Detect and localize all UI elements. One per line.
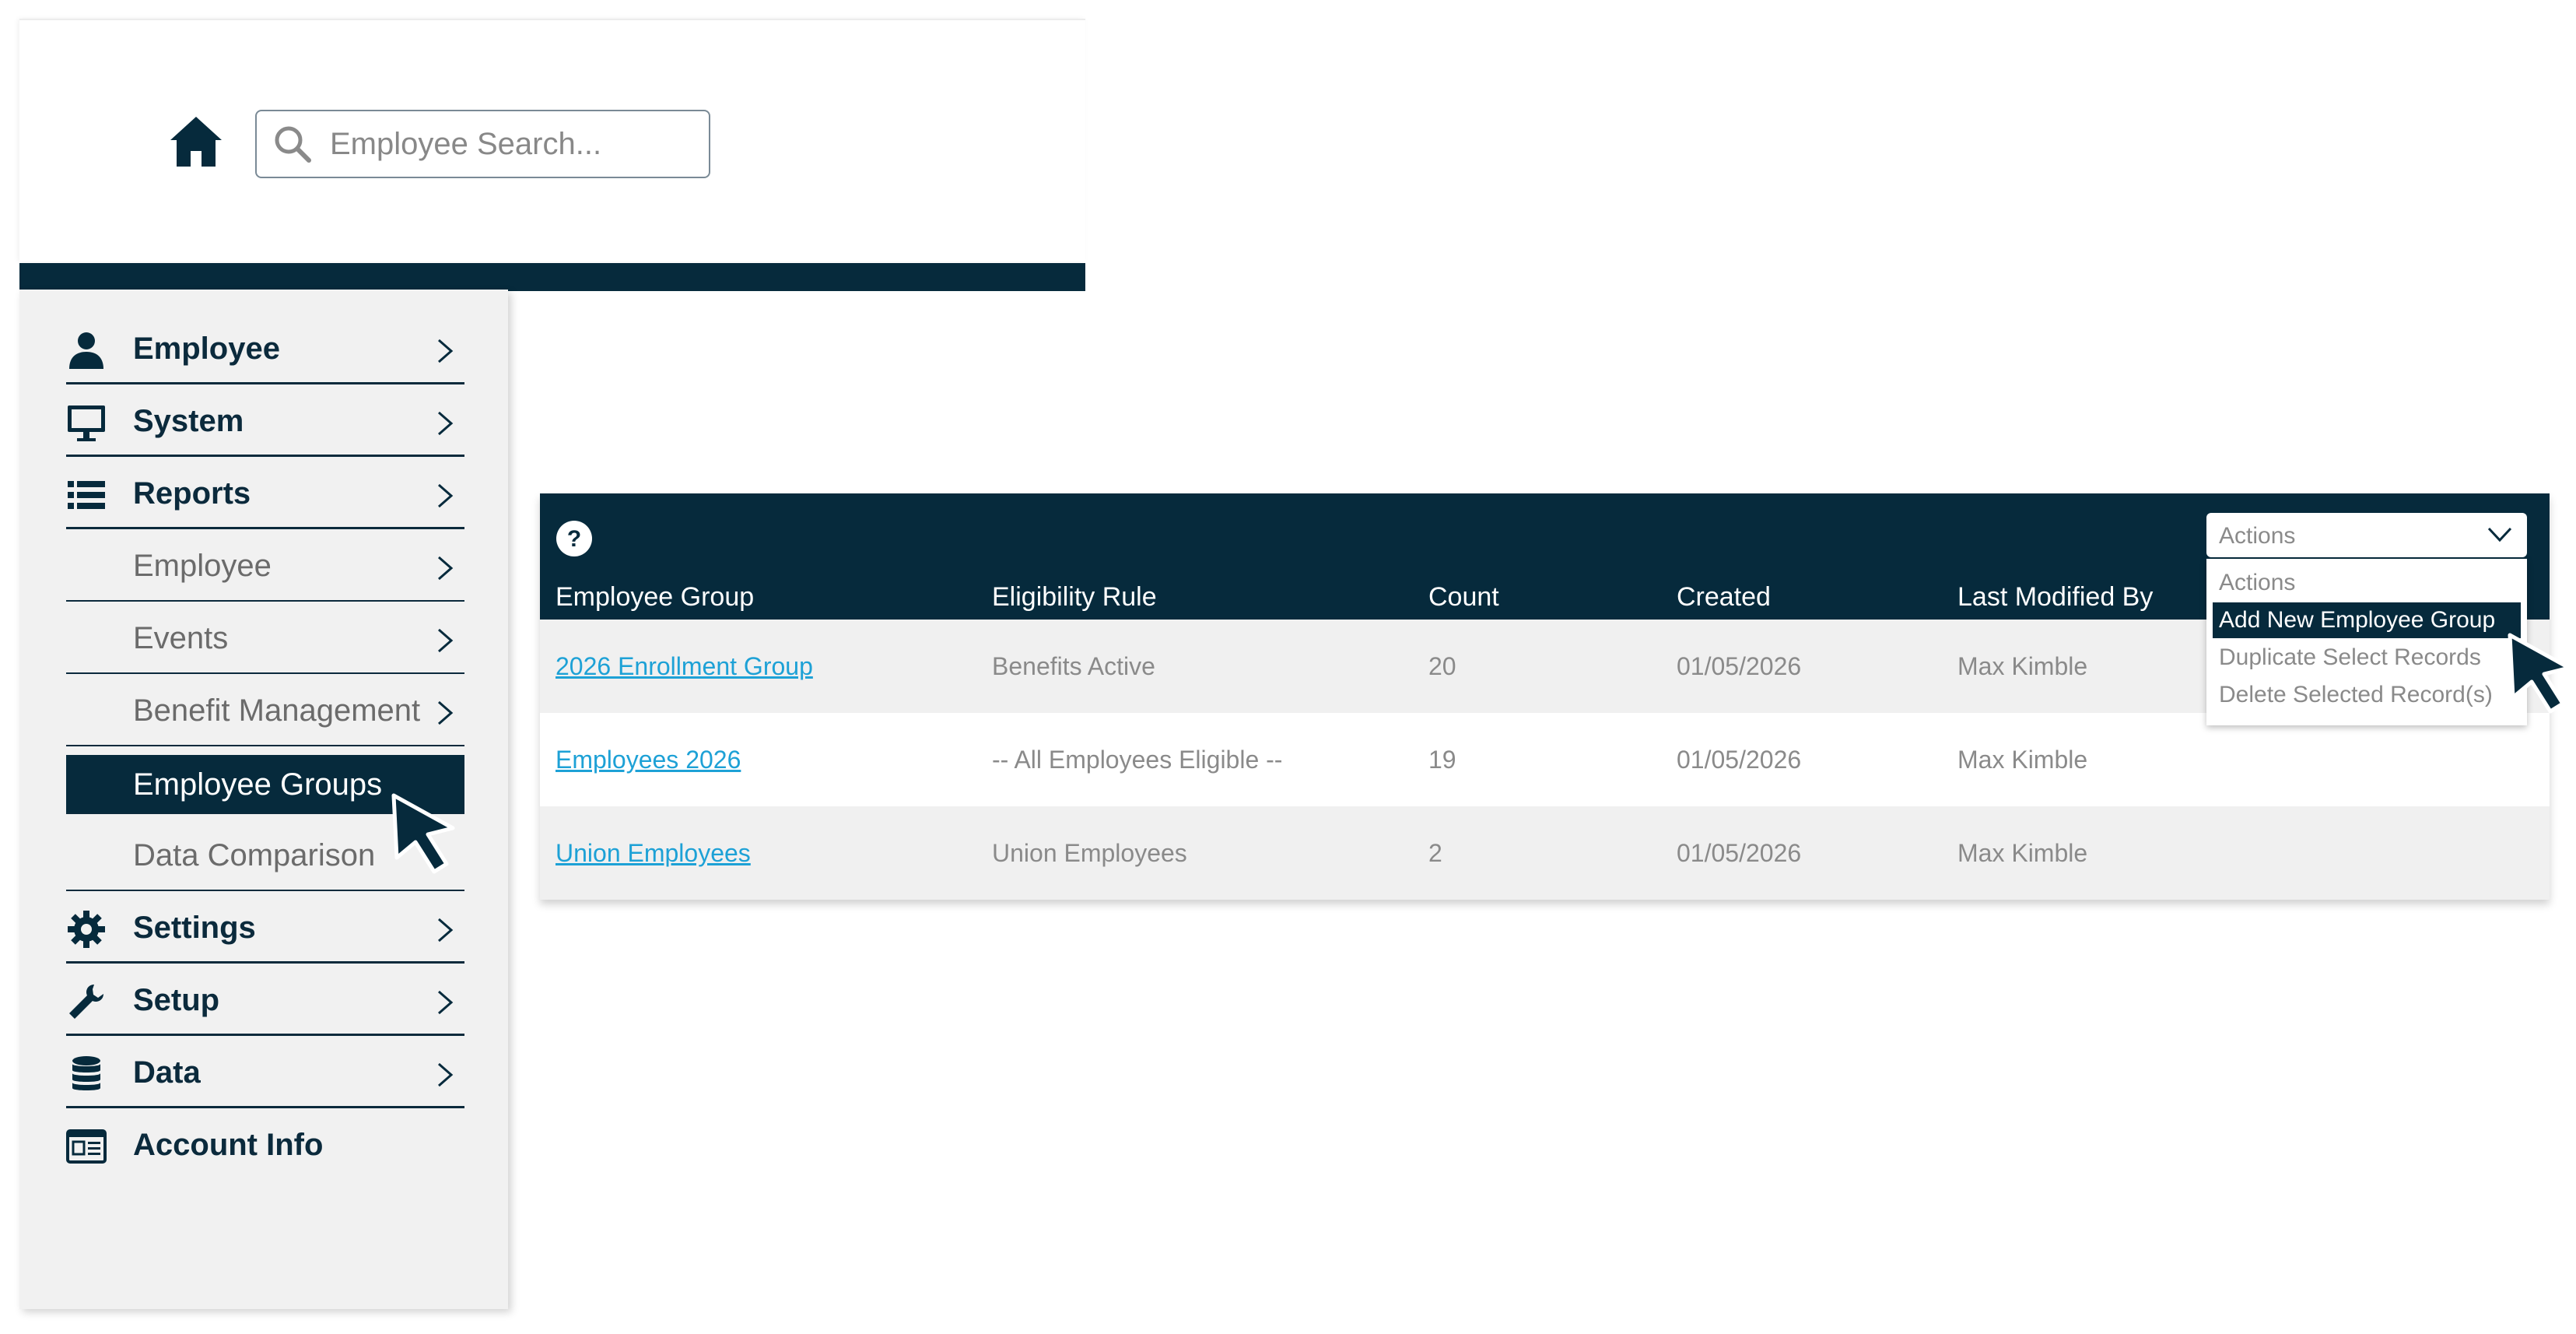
- add-new-employee-group-option[interactable]: Add New Employee Group: [2213, 602, 2521, 638]
- modified-by-cell: Max Kimble: [1957, 652, 2088, 680]
- sidebar-item-label: Settings: [133, 911, 256, 945]
- wrench-icon: [69, 985, 103, 1019]
- sidebar-item-label: Reports: [133, 476, 251, 511]
- column-header-eligibility-rule[interactable]: Eligibility Rule: [992, 582, 1157, 613]
- count-cell: 2: [1428, 839, 1442, 867]
- search-icon: [275, 126, 311, 163]
- sidebar-item-label: Benefit Management: [133, 693, 421, 728]
- created-cell: 01/05/2026: [1677, 746, 1802, 774]
- group-name-link[interactable]: 2026 Enrollment Group: [556, 652, 813, 681]
- delete-selected-records-option[interactable]: Delete Selected Record(s): [2213, 677, 2521, 713]
- person-icon: [69, 332, 103, 369]
- id-card-icon: [66, 1129, 107, 1164]
- sidebar-item-reports[interactable]: Reports: [66, 458, 464, 529]
- actions-option-placeholder: Actions: [2219, 570, 2296, 595]
- chevron-right-icon: [438, 990, 454, 1015]
- chevron-right-icon: [438, 700, 454, 725]
- sidebar-item-label: Employee: [133, 549, 272, 583]
- employee-search-box[interactable]: [255, 110, 710, 178]
- sidebar-item-label: Employee: [133, 332, 280, 366]
- actions-dropdown-menu: Actions Add New Employee Group Duplicate…: [2206, 559, 2527, 725]
- eligibility-rule-cell: -- All Employees Eligible --: [992, 746, 1283, 774]
- svg-text:?: ?: [567, 526, 581, 552]
- sidebar-item-employee[interactable]: Employee: [66, 313, 464, 384]
- chevron-right-icon: [438, 411, 454, 436]
- database-icon: [72, 1056, 100, 1090]
- sidebar-item-system[interactable]: System: [66, 385, 464, 457]
- column-header-count[interactable]: Count: [1428, 582, 1499, 613]
- sidebar-item-label: Setup: [133, 983, 220, 1017]
- sidebar-item-label: Data: [133, 1055, 201, 1090]
- sidebar-item-label: Employee Groups: [133, 767, 383, 802]
- actions-select-value: Actions: [2219, 523, 2296, 549]
- chevron-right-icon: [438, 483, 454, 508]
- sidebar-item-settings[interactable]: Settings: [66, 892, 464, 964]
- top-header: [19, 19, 1085, 291]
- created-cell: 01/05/2026: [1677, 839, 1802, 867]
- actions-select[interactable]: Actions: [2206, 513, 2527, 557]
- list-icon: [68, 481, 105, 509]
- sidebar-item-label: System: [133, 404, 244, 438]
- mouse-cursor-icon: [391, 793, 455, 874]
- chevron-down-icon: [2487, 527, 2512, 542]
- duplicate-select-records-option[interactable]: Duplicate Select Records: [2213, 640, 2521, 676]
- employee-search-input[interactable]: [330, 126, 688, 162]
- chevron-right-icon: [438, 918, 454, 943]
- group-name-link[interactable]: Union Employees: [556, 839, 751, 868]
- mouse-cursor-icon: [2508, 633, 2571, 714]
- chevron-right-icon: [438, 628, 454, 653]
- sidebar-item-label: Events: [133, 621, 229, 655]
- count-cell: 19: [1428, 746, 1456, 774]
- gear-icon: [68, 911, 105, 948]
- modified-by-cell: Max Kimble: [1957, 839, 2088, 867]
- table-row[interactable]: Employees 2026 -- All Employees Eligible…: [540, 713, 2550, 806]
- sidebar-item-label: Data Comparison: [133, 838, 376, 872]
- chevron-right-icon: [438, 556, 454, 581]
- modified-by-cell: Max Kimble: [1957, 746, 2088, 774]
- sidebar-subitem-events[interactable]: Events: [66, 602, 464, 674]
- created-cell: 01/05/2026: [1677, 652, 1802, 680]
- eligibility-rule-cell: Benefits Active: [992, 652, 1155, 680]
- sidebar-item-data[interactable]: Data: [66, 1037, 464, 1108]
- group-name-link[interactable]: Employees 2026: [556, 746, 741, 774]
- column-header-last-modified-by[interactable]: Last Modified By: [1957, 582, 2153, 613]
- help-icon[interactable]: ?: [556, 520, 593, 557]
- column-header-created[interactable]: Created: [1677, 582, 1771, 613]
- sidebar-item-setup[interactable]: Setup: [66, 964, 464, 1036]
- sidebar-subitem-benefit-management[interactable]: Benefit Management: [66, 675, 464, 746]
- count-cell: 20: [1428, 652, 1456, 680]
- chevron-right-icon: [438, 339, 454, 363]
- home-icon[interactable]: [167, 112, 225, 170]
- sidebar-item-account-info[interactable]: Account Info: [66, 1109, 464, 1181]
- chevron-right-icon: [438, 1062, 454, 1087]
- header-bar: [19, 263, 1085, 291]
- eligibility-rule-cell: Union Employees: [992, 839, 1187, 867]
- table-row[interactable]: Union Employees Union Employees 2 01/05/…: [540, 806, 2550, 900]
- sidebar-item-label: Account Info: [133, 1128, 324, 1162]
- column-header-employee-group[interactable]: Employee Group: [556, 582, 754, 613]
- monitor-icon: [68, 405, 105, 441]
- sidebar-subitem-employee[interactable]: Employee: [66, 530, 464, 602]
